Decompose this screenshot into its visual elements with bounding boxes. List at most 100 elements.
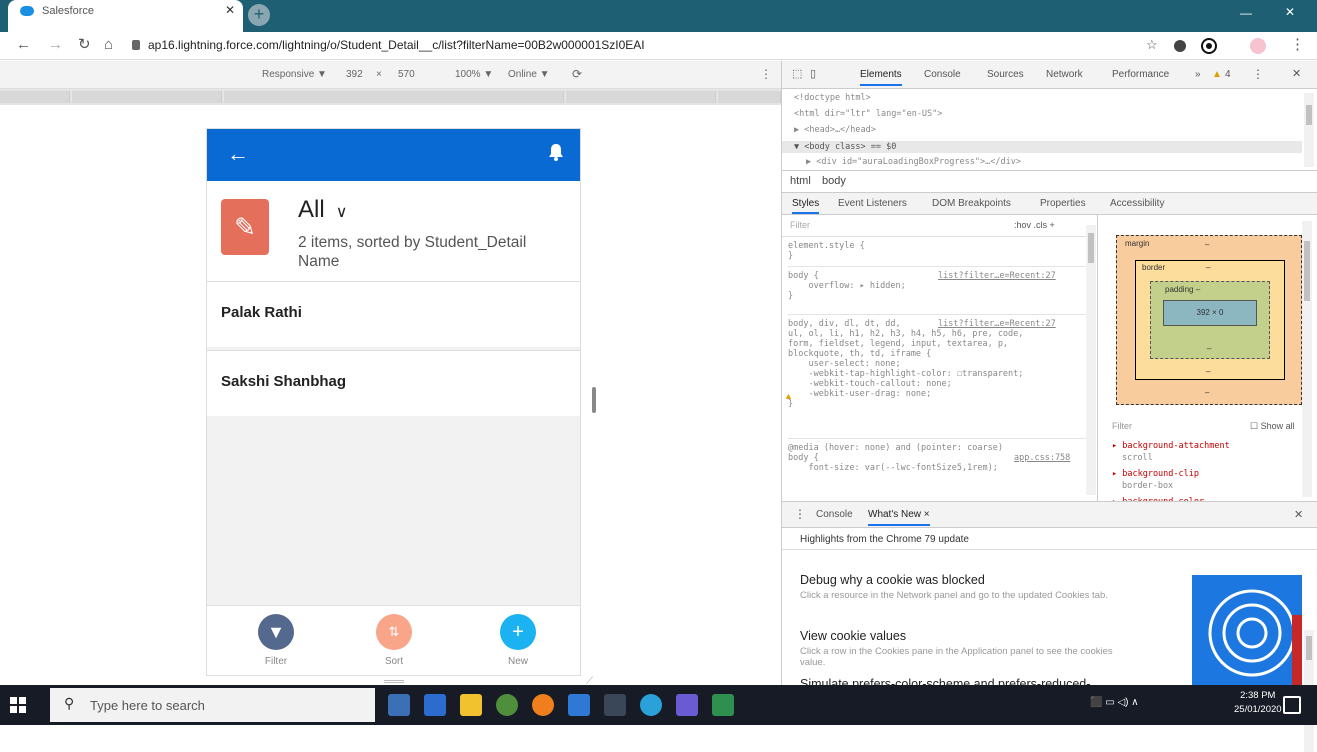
tab-properties[interactable]: Properties bbox=[1040, 198, 1086, 209]
box-model-margin-value[interactable]: – bbox=[1205, 240, 1209, 249]
dom-tree[interactable]: <!doctype html> <html dir="ltr" lang="en… bbox=[782, 89, 1317, 171]
tab-styles[interactable]: Styles bbox=[792, 198, 820, 214]
taskbar-search-input[interactable]: ⚲ Type here to search bbox=[50, 688, 375, 722]
file-explorer-icon[interactable] bbox=[460, 694, 482, 716]
forward-icon[interactable]: → bbox=[48, 37, 63, 53]
drawer-close-icon[interactable]: ✕ bbox=[1294, 508, 1303, 521]
box-model-border-value[interactable]: – bbox=[1206, 263, 1210, 272]
tab-network[interactable]: Network bbox=[1046, 69, 1083, 80]
profile-avatar[interactable] bbox=[1250, 38, 1266, 54]
back-arrow-icon[interactable]: ← bbox=[227, 141, 249, 167]
css-rule[interactable]: body, div, dl, dt, dd, ul, ol, li, h1, h… bbox=[784, 319, 1088, 439]
record-name[interactable]: Sakshi Shanbhag bbox=[221, 373, 346, 390]
url-bar[interactable]: ap16.lightning.force.com/lightning/o/Stu… bbox=[148, 38, 645, 52]
new-button[interactable]: + New bbox=[488, 614, 548, 667]
app-icon[interactable] bbox=[640, 694, 662, 716]
firefox-icon[interactable] bbox=[532, 694, 554, 716]
computed-scrollbar[interactable] bbox=[1302, 221, 1312, 497]
tab-console[interactable]: Console bbox=[924, 69, 961, 80]
sort-button[interactable]: ⇅ Sort bbox=[364, 614, 424, 667]
tab-performance[interactable]: Performance bbox=[1112, 69, 1169, 80]
more-tabs-button[interactable]: » bbox=[1195, 69, 1201, 80]
zoom-select[interactable]: 100% ▼ bbox=[455, 69, 493, 80]
network-throttle-select[interactable]: Online ▼ bbox=[508, 69, 550, 80]
css-rule[interactable]: element.style { } bbox=[788, 241, 1088, 267]
device-toolbar-menu-icon[interactable]: ⋮ bbox=[760, 67, 772, 81]
list-item[interactable]: Sakshi Shanbhag bbox=[207, 350, 580, 416]
breadcrumb-html[interactable]: html bbox=[790, 175, 811, 187]
extension-record-icon[interactable] bbox=[1203, 40, 1215, 52]
device-width-input[interactable]: 392 bbox=[346, 69, 363, 80]
dom-line[interactable]: ▶ <head>…</head> bbox=[794, 125, 876, 135]
task-view-icon[interactable] bbox=[388, 694, 410, 716]
dom-line[interactable]: ▶ <div id="auraLoadingBoxProgress">…</di… bbox=[806, 157, 1021, 167]
drawer-tab-whats-new[interactable]: What's New × bbox=[868, 509, 930, 526]
devtools-close-icon[interactable]: ✕ bbox=[1292, 67, 1301, 80]
whats-new-item-title[interactable]: Debug why a cookie was blocked bbox=[800, 573, 985, 587]
show-all-checkbox[interactable]: ☐ Show all bbox=[1250, 421, 1295, 432]
drawer-tab-console[interactable]: Console bbox=[816, 509, 853, 520]
computed-filter-input[interactable]: Filter bbox=[1112, 421, 1132, 431]
menu-kebab-icon[interactable]: ⋮ bbox=[1290, 37, 1305, 53]
styles-filter-input[interactable]: Filter bbox=[790, 220, 810, 230]
tab-dom-breakpoints[interactable]: DOM Breakpoints bbox=[932, 198, 1011, 209]
device-height-input[interactable]: 570 bbox=[398, 69, 415, 80]
chrome-icon[interactable] bbox=[496, 694, 518, 716]
dom-line-selected[interactable]: ▼ <body class> == $0 bbox=[794, 142, 896, 152]
mail-icon[interactable] bbox=[568, 694, 590, 716]
computed-property[interactable]: ▸ background-attachment bbox=[1112, 441, 1230, 451]
viewport-resize-handle[interactable] bbox=[384, 680, 404, 683]
app-icon[interactable] bbox=[604, 694, 626, 716]
box-model-padding-value[interactable]: – bbox=[1207, 344, 1211, 353]
css-rule-source-link[interactable]: app.css:758 bbox=[1014, 453, 1070, 463]
css-rule-source-link[interactable]: list?filter…e=Recent:27 bbox=[938, 271, 1056, 281]
app-icon[interactable] bbox=[676, 694, 698, 716]
breadcrumb-body[interactable]: body bbox=[822, 175, 846, 187]
device-toggle-icon[interactable]: ▯ bbox=[810, 67, 816, 80]
device-select[interactable]: Responsive ▼ bbox=[262, 69, 327, 80]
devtools-menu-icon[interactable]: ⋮ bbox=[1252, 67, 1264, 81]
dom-line[interactable]: <!doctype html> bbox=[794, 93, 871, 103]
tab-accessibility[interactable]: Accessibility bbox=[1110, 198, 1164, 209]
home-icon[interactable]: ⌂ bbox=[104, 37, 113, 53]
back-icon[interactable]: ← bbox=[16, 37, 31, 53]
notification-bell-icon[interactable] bbox=[548, 143, 564, 161]
record-name[interactable]: Palak Rathi bbox=[221, 304, 302, 321]
reload-icon[interactable]: ↻ bbox=[78, 37, 91, 53]
notification-center-icon[interactable] bbox=[1283, 696, 1301, 714]
list-item[interactable]: Palak Rathi bbox=[207, 281, 580, 347]
whats-new-item-title[interactable]: View cookie values bbox=[800, 629, 906, 643]
app-icon[interactable] bbox=[712, 694, 734, 716]
taskbar-clock[interactable]: 2:38 PM 25/01/2020 bbox=[1234, 689, 1282, 717]
box-model-content[interactable]: 392 × 0 bbox=[1163, 300, 1257, 326]
tab-sources[interactable]: Sources bbox=[987, 69, 1024, 80]
tab-event-listeners[interactable]: Event Listeners bbox=[838, 198, 907, 209]
inspect-element-icon[interactable]: ⬚ bbox=[792, 67, 802, 80]
store-icon[interactable] bbox=[424, 694, 446, 716]
dom-line[interactable]: <html dir="ltr" lang="en-US"> bbox=[794, 109, 942, 119]
css-rule[interactable]: @media (hover: none) and (pointer: coars… bbox=[788, 443, 1088, 497]
minimize-icon[interactable]: — bbox=[1240, 6, 1252, 20]
box-model-margin-value[interactable]: – bbox=[1205, 388, 1209, 397]
new-tab-button[interactable]: + bbox=[248, 4, 270, 26]
tab-close-icon[interactable]: ✕ bbox=[225, 3, 235, 17]
viewport-scroll-thumb[interactable] bbox=[592, 387, 596, 413]
css-rule-source-link[interactable]: list?filter…e=Recent:27 bbox=[938, 319, 1056, 329]
styles-filter-tools[interactable]: :hov .cls + bbox=[1014, 220, 1055, 230]
windows-start-icon[interactable] bbox=[10, 697, 26, 713]
bookmark-star-icon[interactable]: ☆ bbox=[1146, 37, 1158, 53]
list-view-switcher[interactable]: All ∨ bbox=[298, 196, 348, 224]
filter-button[interactable]: ▼ Filter bbox=[246, 614, 306, 667]
rotate-icon[interactable]: ⟳ bbox=[572, 67, 582, 81]
box-model-border-value[interactable]: – bbox=[1206, 367, 1210, 376]
drawer-menu-icon[interactable]: ⋮ bbox=[794, 507, 806, 521]
media-query-ruler[interactable] bbox=[0, 89, 781, 105]
warning-count[interactable]: 4 bbox=[1225, 69, 1231, 80]
css-rule[interactable]: body { overflow: ▸ hidden; } list?filter… bbox=[788, 271, 1088, 315]
dom-scrollbar[interactable] bbox=[1304, 93, 1314, 167]
extension-icon[interactable] bbox=[1174, 40, 1186, 52]
styles-scrollbar[interactable] bbox=[1086, 225, 1096, 495]
tab-elements[interactable]: Elements bbox=[860, 69, 902, 86]
computed-property[interactable]: ▸ background-clip bbox=[1112, 469, 1199, 479]
window-close-icon[interactable]: ✕ bbox=[1285, 5, 1295, 19]
